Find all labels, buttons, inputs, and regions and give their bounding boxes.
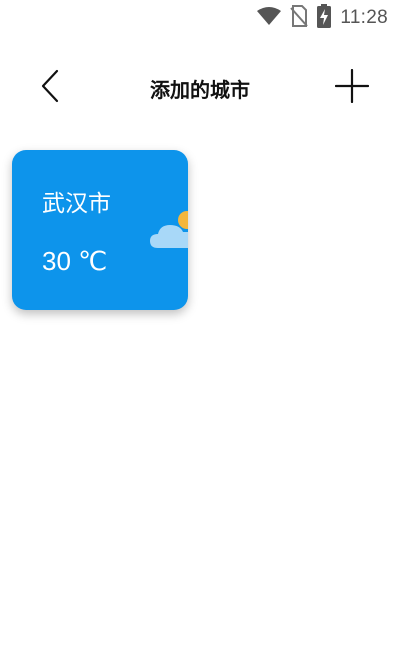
- status-icons: 11:28: [256, 4, 388, 32]
- city-temperature: 30 ℃: [42, 246, 108, 276]
- plus-icon: [334, 68, 370, 107]
- add-city-button[interactable]: [332, 68, 372, 108]
- status-time: 11:28: [340, 7, 388, 28]
- partly-cloudy-icon: [148, 206, 188, 256]
- wifi-icon: [256, 6, 282, 30]
- no-sim-icon: [290, 5, 309, 31]
- battery-charging-icon: [316, 4, 332, 32]
- status-bar: 11:28: [0, 0, 400, 36]
- title-bar: 添加的城市: [0, 60, 400, 116]
- city-name: 武汉市: [42, 191, 111, 217]
- screen: 11:28 添加的城市 武汉市 30 ℃: [0, 0, 400, 660]
- city-card[interactable]: 武汉市 30 ℃: [12, 150, 188, 310]
